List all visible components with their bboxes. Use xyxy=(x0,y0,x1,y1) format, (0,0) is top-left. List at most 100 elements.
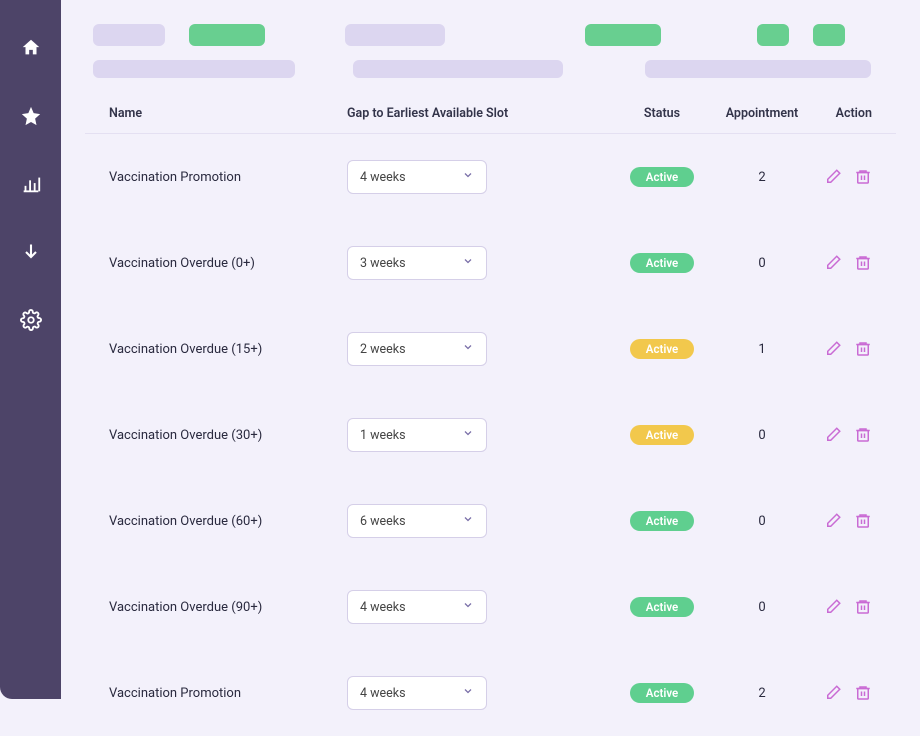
appointment-cell: 0 xyxy=(712,600,812,615)
gap-select-value: 2 weeks xyxy=(360,342,406,357)
pencil-icon xyxy=(824,684,842,702)
table-row: Vaccination Overdue (0+) 3 weeks Active 0 xyxy=(85,220,896,306)
pencil-icon xyxy=(824,512,842,530)
cell-name: Vaccination Promotion xyxy=(109,170,347,185)
table-row: Vaccination Promotion 4 weeks Active 2 xyxy=(85,134,896,220)
gap-select[interactable]: 4 weeks xyxy=(347,676,487,710)
status-badge: Active xyxy=(630,167,694,187)
trash-icon xyxy=(854,426,872,444)
delete-button[interactable] xyxy=(854,340,872,358)
cell-name: Vaccination Overdue (60+) xyxy=(109,514,347,529)
delete-button[interactable] xyxy=(854,426,872,444)
gap-select-value: 3 weeks xyxy=(360,256,406,271)
pencil-icon xyxy=(824,426,842,444)
th-action: Action xyxy=(812,106,872,121)
placeholder-block xyxy=(345,24,445,46)
gap-select[interactable]: 6 weeks xyxy=(347,504,487,538)
table-row: Vaccination Overdue (30+) 1 weeks Active 0 xyxy=(85,392,896,478)
table-row: Vaccination Overdue (15+) 2 weeks Active 1 xyxy=(85,306,896,392)
cell-name: Vaccination Promotion xyxy=(109,686,347,701)
cell-name: Vaccination Overdue (30+) xyxy=(109,428,347,443)
delete-button[interactable] xyxy=(854,684,872,702)
status-badge: Active xyxy=(630,253,694,273)
appointment-cell: 0 xyxy=(712,428,812,443)
table-row: Vaccination Overdue (60+)6 weeks Active 0 xyxy=(85,478,896,564)
status-badge: Active xyxy=(630,511,694,531)
edit-button[interactable] xyxy=(824,168,842,186)
placeholder-button[interactable] xyxy=(189,24,265,46)
main-content: Name Gap to Earliest Available Slot Stat… xyxy=(61,0,920,699)
placeholder-button[interactable] xyxy=(585,24,661,46)
pencil-icon xyxy=(824,168,842,186)
gap-select[interactable]: 1 weeks xyxy=(347,418,487,452)
sidebar xyxy=(0,0,61,699)
table-row: Vaccination Overdue (90+)4 weeks Active 0 xyxy=(85,564,896,650)
appointment-cell: 0 xyxy=(712,256,812,271)
table-row: Vaccination Promotion 4 weeks Active 2 xyxy=(85,650,896,736)
th-name: Name xyxy=(109,106,347,121)
sidebar-item-star[interactable] xyxy=(19,104,43,128)
chevron-down-icon xyxy=(462,513,474,529)
edit-button[interactable] xyxy=(824,426,842,444)
cell-name: Vaccination Overdue (15+) xyxy=(109,342,347,357)
appointment-cell: 2 xyxy=(712,170,812,185)
delete-button[interactable] xyxy=(854,598,872,616)
placeholder-block xyxy=(93,60,295,78)
data-table: Name Gap to Earliest Available Slot Stat… xyxy=(85,98,896,736)
edit-button[interactable] xyxy=(824,254,842,272)
sidebar-item-download[interactable] xyxy=(19,240,43,264)
th-gap: Gap to Earliest Available Slot xyxy=(347,106,612,121)
gap-select[interactable]: 2 weeks xyxy=(347,332,487,366)
sub-toolbar xyxy=(85,60,896,78)
placeholder-button[interactable] xyxy=(813,24,845,46)
trash-icon xyxy=(854,684,872,702)
chevron-down-icon xyxy=(462,427,474,443)
appointment-cell: 2 xyxy=(712,686,812,701)
chevron-down-icon xyxy=(462,169,474,185)
edit-button[interactable] xyxy=(824,512,842,530)
placeholder-block xyxy=(353,60,563,78)
top-toolbar xyxy=(85,24,896,46)
placeholder-block xyxy=(93,24,165,46)
th-status: Status xyxy=(612,106,712,121)
status-badge: Active xyxy=(630,683,694,703)
delete-button[interactable] xyxy=(854,254,872,272)
sidebar-item-home[interactable] xyxy=(19,36,43,60)
trash-icon xyxy=(854,168,872,186)
trash-icon xyxy=(854,340,872,358)
cell-name: Vaccination Overdue (0+) xyxy=(109,256,347,271)
sidebar-item-settings[interactable] xyxy=(19,308,43,332)
trash-icon xyxy=(854,512,872,530)
table-header: Name Gap to Earliest Available Slot Stat… xyxy=(85,98,896,134)
download-icon xyxy=(21,242,41,262)
status-badge: Active xyxy=(630,339,694,359)
status-badge: Active xyxy=(630,597,694,617)
th-appointment: Appointment xyxy=(712,106,812,121)
pencil-icon xyxy=(824,340,842,358)
pencil-icon xyxy=(824,254,842,272)
delete-button[interactable] xyxy=(854,168,872,186)
appointment-cell: 0 xyxy=(712,514,812,529)
gap-select-value: 1 weeks xyxy=(360,428,406,443)
placeholder-button[interactable] xyxy=(757,24,789,46)
edit-button[interactable] xyxy=(824,598,842,616)
chevron-down-icon xyxy=(462,341,474,357)
edit-button[interactable] xyxy=(824,684,842,702)
chart-icon xyxy=(20,173,42,195)
chevron-down-icon xyxy=(462,599,474,615)
trash-icon xyxy=(854,254,872,272)
home-icon xyxy=(20,37,42,59)
delete-button[interactable] xyxy=(854,512,872,530)
gap-select-value: 4 weeks xyxy=(360,170,406,185)
gap-select[interactable]: 3 weeks xyxy=(347,246,487,280)
trash-icon xyxy=(854,598,872,616)
gap-select-value: 4 weeks xyxy=(360,686,406,701)
sidebar-item-chart[interactable] xyxy=(19,172,43,196)
settings-icon xyxy=(20,309,42,331)
status-badge: Active xyxy=(630,425,694,445)
gap-select[interactable]: 4 weeks xyxy=(347,160,487,194)
cell-name: Vaccination Overdue (90+) xyxy=(109,600,347,615)
appointment-cell: 1 xyxy=(712,342,812,357)
edit-button[interactable] xyxy=(824,340,842,358)
gap-select[interactable]: 4 weeks xyxy=(347,590,487,624)
